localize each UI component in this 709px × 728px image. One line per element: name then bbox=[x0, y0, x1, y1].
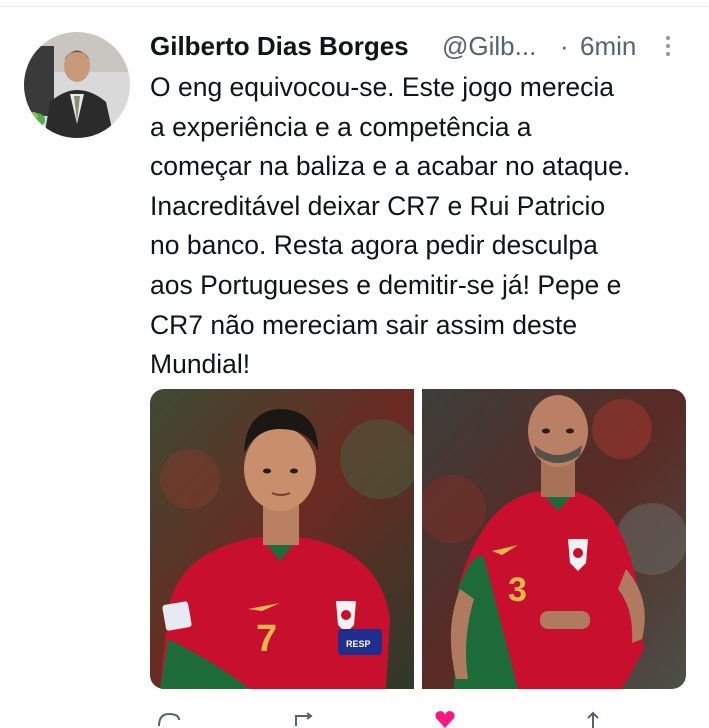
tweet-text: O eng equivocou-se. Este jogo merecia a … bbox=[150, 68, 695, 385]
tweet-header: Gilberto Dias Borges @Gilb... · 6min bbox=[150, 28, 690, 64]
tweet-text-content: O eng equivocou-se. Este jogo merecia a … bbox=[150, 72, 631, 380]
jersey-number-7: 7 bbox=[256, 618, 277, 660]
author-name[interactable]: Gilberto Dias Borges bbox=[150, 28, 409, 64]
top-divider bbox=[0, 6, 709, 7]
tweet-media[interactable]: 7 RESP 3 bbox=[150, 389, 686, 689]
photo-player-7[interactable]: 7 RESP bbox=[150, 389, 414, 689]
photo-player-7-image: 7 RESP bbox=[150, 389, 414, 689]
photo-player-3-image: 3 bbox=[422, 389, 686, 689]
tweet-card[interactable]: Gilberto Dias Borges @Gilb... · 6min O e… bbox=[0, 8, 709, 728]
armband-text: RESP bbox=[346, 639, 371, 649]
heart-icon[interactable] bbox=[432, 708, 458, 728]
avatar[interactable] bbox=[24, 32, 130, 138]
author-handle[interactable]: @Gilb... bbox=[442, 28, 536, 64]
separator-dot: · bbox=[560, 31, 569, 61]
timestamp[interactable]: 6min bbox=[580, 28, 636, 64]
photo-player-3[interactable]: 3 bbox=[422, 389, 686, 689]
jersey-number-3: 3 bbox=[508, 571, 527, 609]
avatar-image bbox=[24, 32, 130, 138]
share-icon[interactable] bbox=[580, 708, 606, 728]
reply-icon[interactable] bbox=[156, 708, 182, 728]
tweet-actions bbox=[150, 708, 650, 728]
retweet-icon[interactable] bbox=[292, 708, 318, 728]
more-vertical-icon[interactable] bbox=[660, 32, 676, 62]
